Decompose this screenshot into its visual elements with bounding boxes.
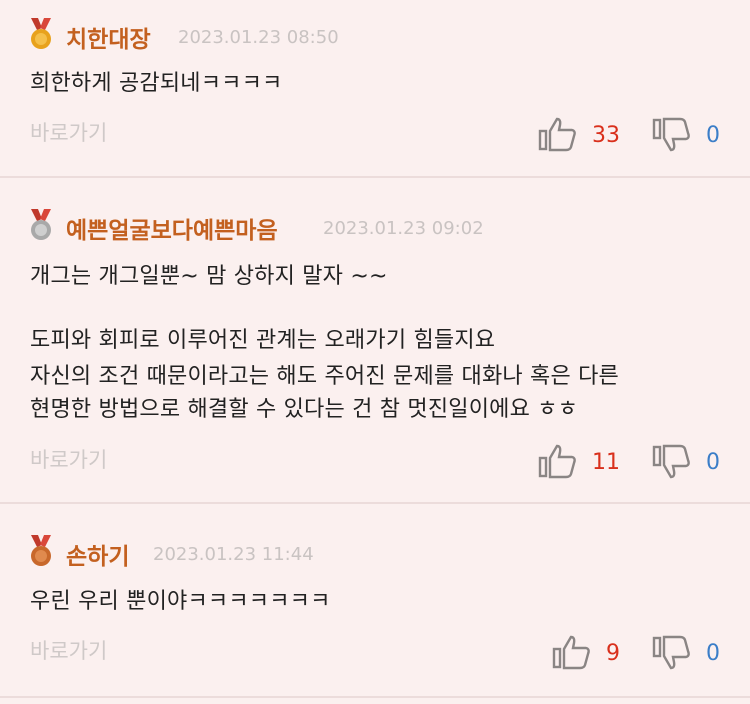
dislike-count: 0 <box>706 449 720 475</box>
comment-item: 치한대장 2023.01.23 08:50 희한하게 공감되네ㅋㅋㅋㅋ 바로가기… <box>0 0 750 178</box>
goto-link[interactable]: 바로가기 <box>30 117 107 147</box>
like-button[interactable]: 11 <box>538 444 620 480</box>
like-button[interactable]: 33 <box>538 117 620 153</box>
dislike-button[interactable]: 0 <box>652 444 720 480</box>
thumbs-up-icon <box>538 117 576 152</box>
nickname[interactable]: 손하기 <box>66 537 129 571</box>
medal-icon <box>31 18 51 49</box>
like-button[interactable]: 9 <box>552 635 620 671</box>
like-count: 11 <box>592 449 620 475</box>
dislike-button[interactable]: 0 <box>652 117 720 153</box>
medal-icon <box>31 209 51 240</box>
comment-text: 자신의 조건 때문이라고는 해도 주어진 문제를 대화나 혹은 다른 <box>30 364 619 389</box>
timestamp: 2023.01.23 11:44 <box>153 544 314 565</box>
dislike-button[interactable]: 0 <box>652 635 720 671</box>
dislike-count: 0 <box>706 122 720 148</box>
thumbs-down-icon <box>652 117 690 152</box>
thumbs-up-icon <box>552 635 590 670</box>
comment-item: 예쁜얼굴보다예쁜마음 2023.01.23 09:02 개그는 개그일뿐~ 맘 … <box>0 178 750 504</box>
comment-text: 현명한 방법으로 해결할 수 있다는 건 참 멋진일이에요 ㅎㅎ <box>30 397 579 422</box>
nickname[interactable]: 예쁜얼굴보다예쁜마음 <box>66 211 278 245</box>
thumbs-up-icon <box>538 444 576 479</box>
comment-text: 도피와 회피로 이루어진 관계는 오래가기 힘들지요 <box>30 328 496 353</box>
dislike-count: 0 <box>706 640 720 666</box>
thumbs-down-icon <box>652 635 690 670</box>
comment-item: 손하기 2023.01.23 11:44 우린 우리 뿐이야ㅋㅋㅋㅋㅋㅋㅋ 바로… <box>0 504 750 698</box>
comment-text: 개그는 개그일뿐~ 맘 상하지 말자 ~~ <box>30 264 388 289</box>
goto-link[interactable]: 바로가기 <box>30 444 107 474</box>
medal-icon <box>31 535 51 566</box>
goto-link[interactable]: 바로가기 <box>30 635 107 665</box>
nickname[interactable]: 치한대장 <box>66 20 151 54</box>
like-count: 33 <box>592 122 620 148</box>
comment-text: 희한하게 공감되네ㅋㅋㅋㅋ <box>30 71 283 96</box>
like-count: 9 <box>606 640 620 666</box>
comment-text: 우린 우리 뿐이야ㅋㅋㅋㅋㅋㅋㅋ <box>30 589 331 614</box>
thumbs-down-icon <box>652 444 690 479</box>
timestamp: 2023.01.23 09:02 <box>323 218 484 239</box>
timestamp: 2023.01.23 08:50 <box>178 27 339 48</box>
